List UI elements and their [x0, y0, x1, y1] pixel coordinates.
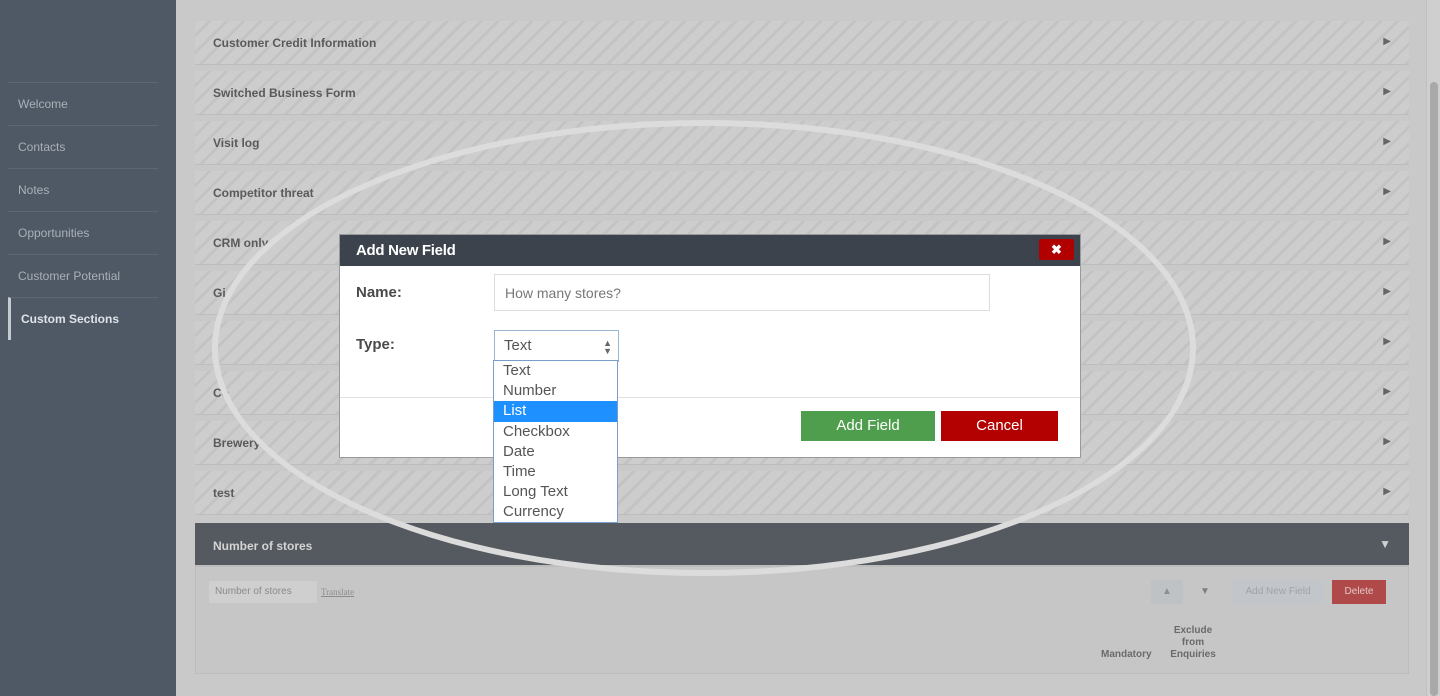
modal-divider — [340, 397, 1080, 398]
sidebar-item-custom-sections[interactable]: Custom Sections — [8, 297, 158, 340]
section-label: Switched Business Form — [213, 86, 356, 100]
column-header-exclude: Exclude from Enquiries — [1170, 625, 1216, 660]
section-label: Brewery — [213, 436, 261, 450]
section-label: CRM only — [213, 236, 269, 250]
type-option-list[interactable]: List — [494, 401, 617, 422]
chevron-right-icon: ▶ — [1383, 136, 1391, 147]
section-label: Competitor threat — [213, 186, 314, 200]
chevron-right-icon: ▶ — [1383, 36, 1391, 47]
sidebar: Welcome Contacts Notes Opportunities Cus… — [0, 0, 176, 696]
name-field[interactable]: How many stores? — [494, 274, 990, 311]
chevron-right-icon: ▶ — [1383, 436, 1391, 447]
page-scrollbar[interactable] — [1426, 0, 1440, 696]
modal-title: Add New Field — [356, 242, 456, 259]
sidebar-item-customer-potential[interactable]: Customer Potential — [8, 254, 158, 297]
move-down-button[interactable]: ▼ — [1189, 580, 1221, 604]
close-icon[interactable]: ✖ — [1039, 239, 1074, 260]
scrollbar-thumb[interactable] — [1430, 82, 1438, 696]
section-row[interactable]: Competitor threat ▶ — [195, 171, 1409, 215]
section-row[interactable]: Switched Business Form ▶ — [195, 71, 1409, 115]
section-label: Gi — [213, 286, 226, 300]
section-label: Co — [213, 386, 229, 400]
section-panel: Number of stores Translate ▲ ▼ Add New F… — [195, 566, 1409, 674]
cancel-button[interactable]: Cancel — [941, 411, 1058, 441]
chevron-right-icon: ▶ — [1383, 186, 1391, 197]
sidebar-item-opportunities[interactable]: Opportunities — [8, 211, 158, 254]
add-field-button[interactable]: Add Field — [801, 411, 935, 441]
modal-header: Add New Field ✖ — [340, 235, 1080, 266]
add-field-modal: Add New Field ✖ Name: How many stores? T… — [339, 234, 1081, 458]
chevron-right-icon: ▶ — [1383, 486, 1391, 497]
section-label: test — [213, 486, 235, 500]
chevron-right-icon: ▶ — [1383, 86, 1391, 97]
type-option-date[interactable]: Date — [494, 442, 617, 462]
add-new-field-button[interactable]: Add New Field — [1232, 580, 1324, 604]
translate-link[interactable]: Translate — [321, 587, 354, 597]
type-select-value: Text — [504, 337, 532, 354]
type-option-text[interactable]: Text — [494, 361, 617, 381]
chevron-right-icon: ▶ — [1383, 236, 1391, 247]
type-option-currency[interactable]: Currency — [494, 502, 617, 522]
section-label: Visit log — [213, 136, 260, 150]
type-label: Type: — [356, 336, 395, 353]
section-row[interactable]: test ▶ — [195, 471, 1409, 515]
sidebar-item-notes[interactable]: Notes — [8, 168, 158, 211]
move-up-button[interactable]: ▲ — [1151, 580, 1183, 604]
type-option-checkbox[interactable]: Checkbox — [494, 422, 617, 442]
sidebar-item-contacts[interactable]: Contacts — [8, 125, 158, 168]
type-option-long-text[interactable]: Long Text — [494, 482, 617, 502]
section-label: Number of stores — [213, 539, 313, 553]
sidebar-nav: Welcome Contacts Notes Opportunities Cus… — [8, 82, 158, 340]
section-name-input[interactable]: Number of stores — [209, 581, 317, 603]
chevron-down-icon: ▼ — [1379, 537, 1391, 551]
type-select[interactable]: Text ▲ ▼ — [494, 330, 619, 362]
section-row[interactable]: Visit log ▶ — [195, 121, 1409, 165]
delete-section-button[interactable]: Delete — [1332, 580, 1386, 604]
chevron-right-icon: ▶ — [1383, 336, 1391, 347]
name-label: Name: — [356, 284, 402, 301]
select-arrows-icon: ▲ ▼ — [603, 338, 612, 356]
chevron-right-icon: ▶ — [1383, 286, 1391, 297]
sidebar-item-welcome[interactable]: Welcome — [8, 82, 158, 125]
chevron-right-icon: ▶ — [1383, 386, 1391, 397]
type-option-number[interactable]: Number — [494, 381, 617, 401]
type-dropdown-list: Text Number List Checkbox Date Time Long… — [493, 360, 618, 523]
column-header-mandatory: Mandatory — [1101, 649, 1152, 660]
section-label: Customer Credit Information — [213, 36, 377, 50]
section-row[interactable]: Customer Credit Information ▶ — [195, 21, 1409, 65]
section-row-expanded[interactable]: Number of stores ▼ — [195, 523, 1409, 566]
type-option-time[interactable]: Time — [494, 462, 617, 482]
